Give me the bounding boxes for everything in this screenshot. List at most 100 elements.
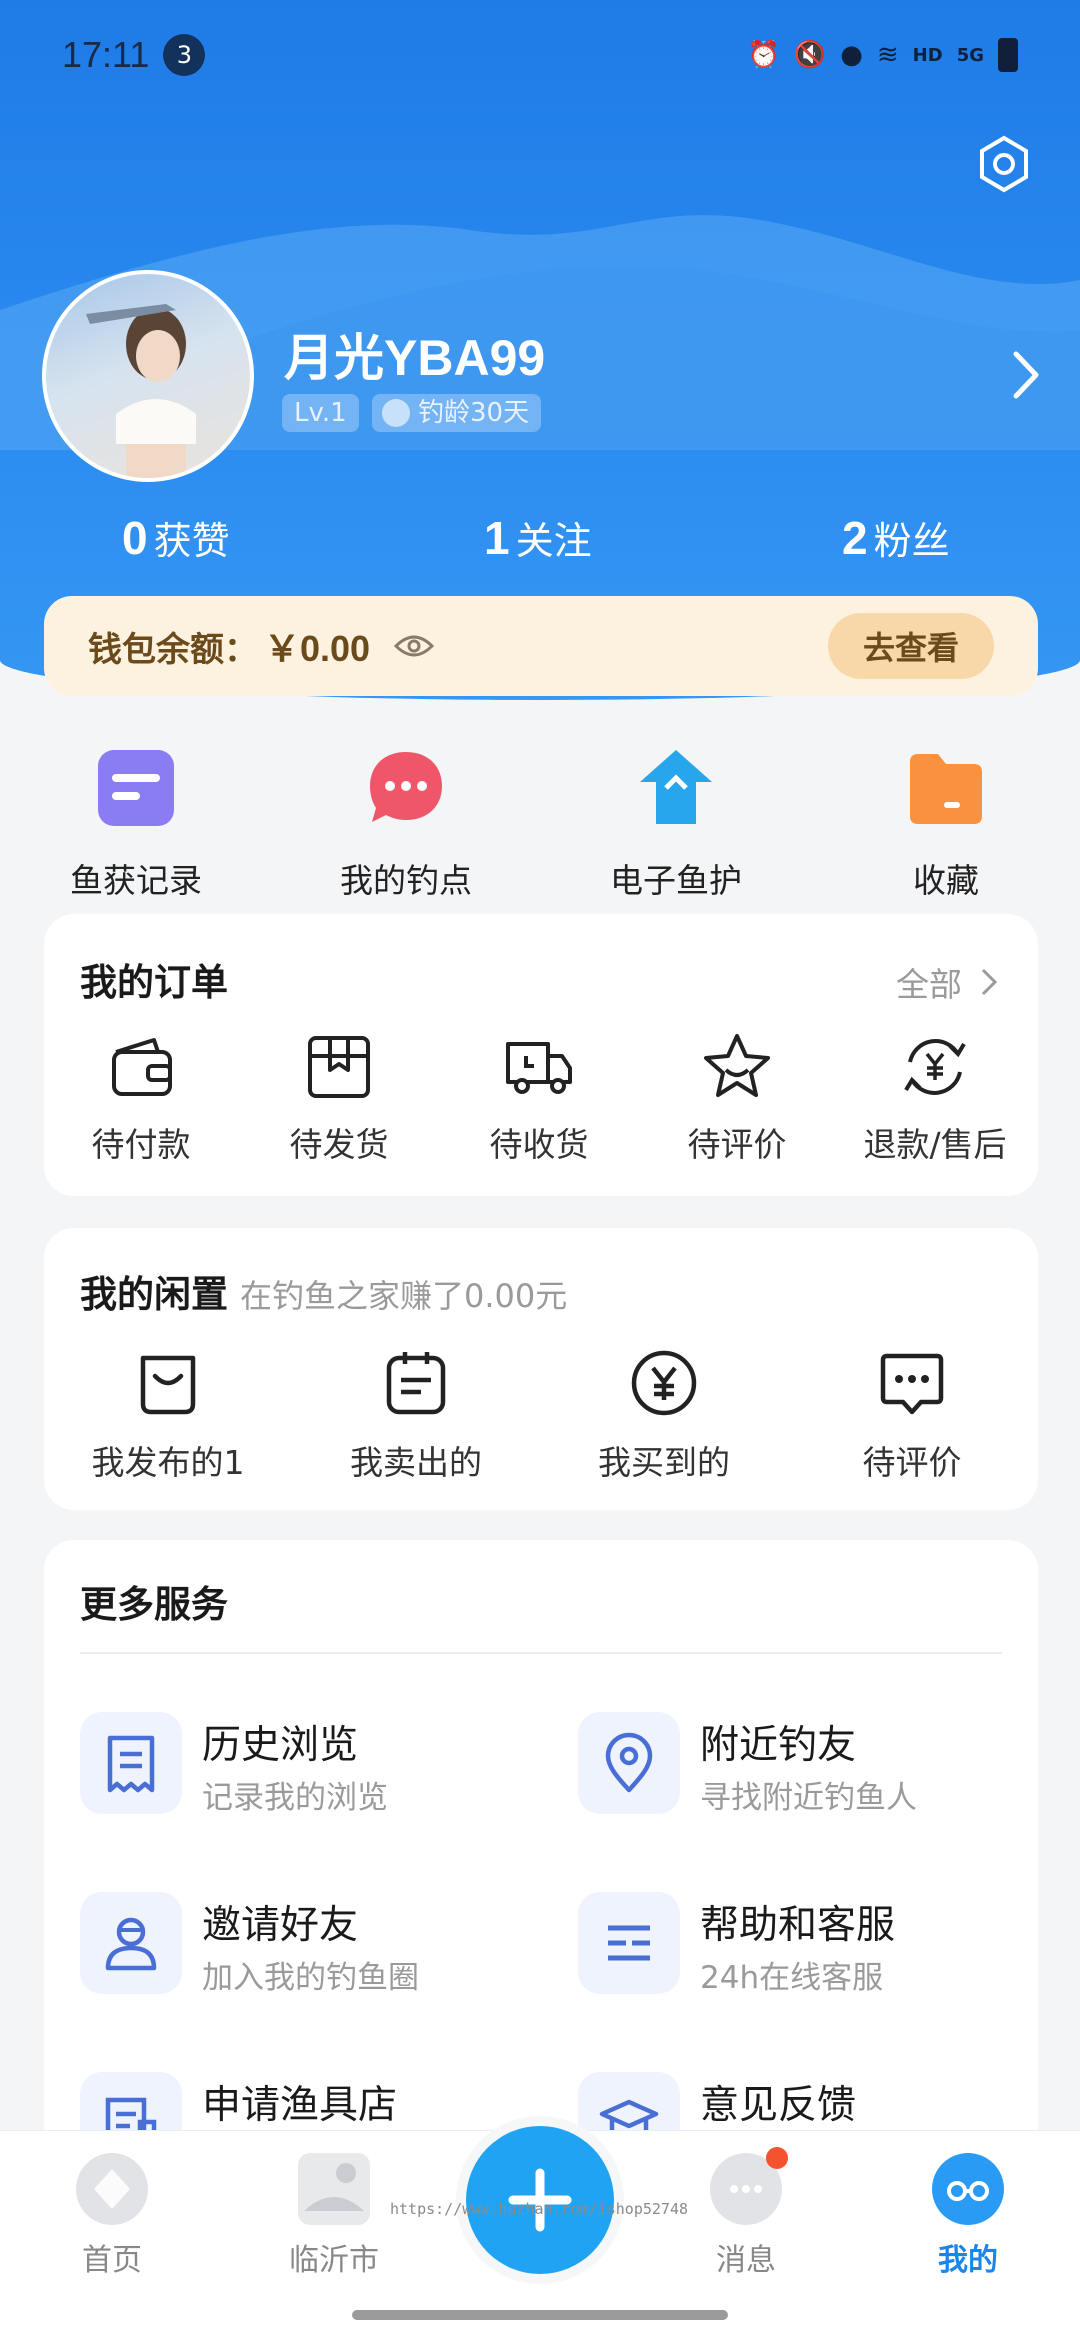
shortcut-catch-record[interactable]: 鱼获记录 — [26, 748, 246, 902]
wallet-label: 钱包余额： — [88, 629, 258, 670]
user-icon — [80, 1892, 182, 1994]
catch-record-icon — [98, 750, 174, 826]
home-indicator[interactable] — [352, 2310, 728, 2320]
stat-likes-label: 获赞 — [153, 519, 230, 563]
fish-keeper-icon — [640, 750, 712, 824]
favorites-icon — [910, 754, 982, 824]
order-label: 待付款 — [91, 1125, 191, 1164]
shortcut-fishing-spot[interactable]: 我的钓点 — [296, 748, 516, 902]
box-icon — [308, 1036, 370, 1098]
order-pending-shipment[interactable]: 待发货 — [240, 1032, 438, 1166]
shortcut-label: 鱼获记录 — [70, 861, 202, 900]
chevron-right-icon[interactable] — [1008, 348, 1044, 402]
order-refund[interactable]: 退款/售后 — [836, 1032, 1034, 1166]
stat-following[interactable]: 1 关注 — [484, 510, 592, 565]
stat-fans-label: 粉丝 — [873, 519, 950, 563]
service-title: 邀请好友 — [202, 1903, 359, 1948]
service-title: 附近钓友 — [700, 1723, 857, 1768]
service-title: 申请渔具店 — [202, 2083, 398, 2128]
order-label: 待收货 — [489, 1125, 589, 1164]
bag-icon — [140, 1355, 196, 1415]
home-icon — [76, 2153, 148, 2225]
service-subtitle: 寻找附近钓鱼人 — [700, 1780, 917, 1816]
location-pin-icon — [578, 1712, 680, 1814]
avatar[interactable] — [42, 270, 254, 482]
stat-fans[interactable]: 2 粉丝 — [842, 510, 950, 565]
watermark: https://www.huzhan.com/ishop52748 — [390, 2200, 689, 2218]
truck-icon — [506, 1042, 572, 1094]
city-icon — [298, 2153, 370, 2225]
idle-sold[interactable]: 我卖出的 — [292, 1348, 540, 1484]
status-icons: ⏰ 🔇 ● ≋ HD 5G — [747, 38, 1018, 72]
order-label: 退款/售后 — [863, 1125, 1007, 1164]
location-icon: ● — [840, 40, 863, 70]
service-help[interactable]: 帮助和客服 24h在线客服 — [578, 1892, 1038, 2002]
wallet-icon — [112, 1038, 172, 1096]
avatar-photo — [86, 304, 196, 478]
eye-icon[interactable] — [394, 632, 435, 660]
orders-card: 我的订单 全部 待付款 待发货 待收货 待评价 退款/售后 — [44, 914, 1038, 1196]
idle-label: 我买到的 — [598, 1443, 730, 1482]
fishing-spot-icon — [370, 752, 442, 822]
shortcut-favorites[interactable]: 收藏 — [836, 748, 1056, 902]
service-subtitle: 记录我的浏览 — [202, 1780, 388, 1816]
service-nearby[interactable]: 附近钓友 寻找附近钓鱼人 — [578, 1712, 1038, 1822]
shortcut-label: 电子鱼护 — [610, 861, 742, 900]
order-label: 待评价 — [687, 1125, 787, 1164]
unread-dot — [766, 2147, 788, 2169]
status-bar: 17:11 3 ⏰ 🔇 ● ≋ HD 5G — [0, 0, 1080, 110]
receipt-icon — [80, 1712, 182, 1814]
order-pending-payment[interactable]: 待付款 — [42, 1032, 240, 1166]
idle-review[interactable]: 待评价 — [788, 1348, 1036, 1484]
battery-icon — [998, 38, 1018, 72]
service-history[interactable]: 历史浏览 记录我的浏览 — [80, 1712, 540, 1822]
idle-title: 我的闲置 — [80, 1273, 228, 1316]
service-title: 意见反馈 — [700, 2083, 857, 2128]
idle-earnings: 在钓鱼之家赚了0.00元 — [240, 1277, 568, 1315]
settings-hexagon-icon[interactable] — [974, 134, 1034, 194]
service-title: 历史浏览 — [202, 1723, 359, 1768]
order-pending-receipt[interactable]: 待收货 — [440, 1032, 638, 1166]
profile-icon — [932, 2153, 1004, 2225]
stat-following-count: 1 — [484, 512, 510, 564]
idle-label: 待评价 — [862, 1443, 962, 1482]
mute-icon: 🔇 — [793, 40, 827, 70]
wallet-balance: ￥0.00 — [264, 628, 371, 669]
nav-label: 消息 — [716, 2243, 776, 2278]
nav-label: 临沂市 — [289, 2243, 379, 2278]
idle-published[interactable]: 我发布的1 — [44, 1348, 292, 1484]
fishing-age-badge: 钓龄30天 — [372, 394, 542, 432]
idle-bought[interactable]: 我买到的 — [540, 1348, 788, 1484]
fishing-age-icon — [382, 399, 410, 427]
status-time: 17:11 — [62, 34, 150, 75]
nav-label: 我的 — [938, 2243, 998, 2278]
services-card: 更多服务 历史浏览 记录我的浏览 附近钓友 寻找附近钓鱼人 邀请好友 加入我的钓… — [44, 1540, 1038, 2174]
list-icon — [578, 1892, 680, 1994]
nav-profile[interactable]: 我的 — [888, 2153, 1048, 2279]
fishing-age-label: 钓龄30天 — [418, 398, 530, 428]
stat-fans-count: 2 — [842, 512, 868, 564]
orders-view-all-label: 全部 — [896, 965, 962, 1004]
stat-following-label: 关注 — [515, 519, 592, 563]
nav-home[interactable]: 首页 — [32, 2153, 192, 2279]
notification-count-badge: 3 — [163, 34, 206, 76]
wallet-view-button[interactable]: 去查看 — [828, 613, 994, 679]
alarm-icon: ⏰ — [747, 40, 780, 70]
yen-icon — [631, 1350, 697, 1416]
level-badge: Lv.1 — [282, 394, 359, 432]
message-icon — [710, 2147, 788, 2225]
stat-likes[interactable]: 0 获赞 — [122, 510, 230, 565]
shortcut-label: 收藏 — [913, 861, 979, 900]
refund-icon — [904, 1039, 966, 1095]
idle-title-row: 我的闲置 在钓鱼之家赚了0.00元 — [80, 1264, 567, 1318]
service-invite[interactable]: 邀请好友 加入我的钓鱼圈 — [80, 1892, 540, 2002]
shortcut-fish-keeper[interactable]: 电子鱼护 — [566, 748, 786, 902]
nav-messages[interactable]: 消息 — [666, 2147, 826, 2279]
wifi-icon: ≋ — [876, 40, 899, 70]
stat-likes-count: 0 — [122, 512, 148, 564]
order-pending-review[interactable]: 待评价 — [638, 1032, 836, 1166]
shortcut-label: 我的钓点 — [340, 861, 472, 900]
service-title: 帮助和客服 — [700, 1903, 896, 1948]
services-title: 更多服务 — [80, 1583, 228, 1626]
orders-view-all[interactable]: 全部 — [896, 958, 998, 1006]
